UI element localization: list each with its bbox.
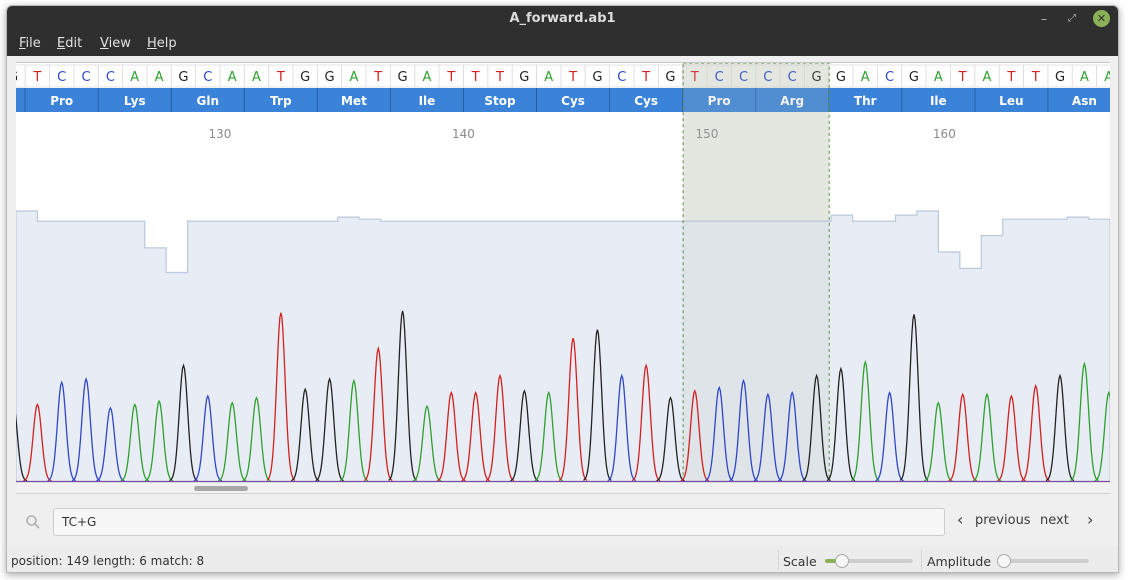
- app-window: A_forward.ab1 – ⤢ ✕ File Edit View Help …: [6, 5, 1119, 573]
- codon-label: Thr: [854, 94, 877, 108]
- base-letter: G: [178, 70, 188, 85]
- menu-file[interactable]: File: [19, 36, 41, 51]
- base-letter: C: [885, 70, 894, 85]
- base-letter: C: [617, 70, 626, 85]
- base-letter: G: [1055, 70, 1065, 85]
- base-letter: C: [203, 70, 212, 85]
- title-bar: A_forward.ab1 – ⤢ ✕: [7, 6, 1118, 32]
- codon-label: Cys: [634, 94, 658, 108]
- divider: [778, 550, 779, 570]
- base-letter: C: [57, 70, 66, 85]
- base-letter: A: [228, 70, 237, 85]
- codon-label: Stop: [484, 94, 516, 108]
- codon-label: Met: [341, 94, 367, 108]
- codon-label: Pro: [50, 94, 73, 108]
- base-letter: T: [495, 70, 504, 85]
- ruler-tick-label: 160: [933, 127, 956, 141]
- scrollbar-thumb[interactable]: [194, 486, 248, 491]
- scale-label: Scale: [783, 554, 817, 569]
- base-letter: T: [446, 70, 455, 85]
- base-letter: T: [276, 70, 285, 85]
- base-letter: A: [934, 70, 943, 85]
- status-bar: position: 149 length: 6 match: 8 Scale A…: [7, 546, 1118, 572]
- chromatogram-canvas[interactable]: GTCCCAAGCAATGGATGATTTGATGCTGTCCCCGGACGAT…: [7, 62, 1118, 495]
- scale-slider-knob[interactable]: [835, 554, 849, 568]
- codon-label: Cys: [561, 94, 585, 108]
- next-button[interactable]: next: [1040, 513, 1069, 528]
- codon-label: Asn: [1072, 94, 1097, 108]
- menu-view[interactable]: View: [100, 36, 131, 51]
- base-letter: A: [1104, 70, 1110, 85]
- base-letter: C: [106, 70, 115, 85]
- horizontal-scrollbar[interactable]: [16, 482, 1110, 494]
- base-letter: A: [422, 70, 431, 85]
- amplitude-slider-track: [1001, 559, 1089, 563]
- next-icon[interactable]: ›: [1087, 510, 1093, 529]
- base-letter: A: [983, 70, 992, 85]
- previous-icon[interactable]: ‹: [957, 510, 963, 529]
- search-input[interactable]: [53, 508, 945, 536]
- quality-area: [15, 210, 1111, 484]
- base-letter: C: [82, 70, 91, 85]
- base-letter: T: [373, 70, 382, 85]
- maximize-icon[interactable]: ⤢: [1063, 10, 1081, 28]
- minimize-icon[interactable]: –: [1035, 10, 1053, 28]
- selection-box: [682, 62, 830, 484]
- amplitude-slider[interactable]: [995, 554, 1095, 568]
- base-letter: A: [544, 70, 553, 85]
- base-letter: A: [349, 70, 358, 85]
- search-row: ‹ previous next ›: [7, 505, 1118, 539]
- base-letter: A: [1080, 70, 1089, 85]
- scale-slider[interactable]: [819, 554, 919, 568]
- codon-label: Gln: [197, 94, 220, 108]
- codon-label: Leu: [999, 94, 1023, 108]
- base-letter: A: [155, 70, 164, 85]
- search-icon: [26, 515, 40, 529]
- ruler-tick-label: 140: [452, 127, 475, 141]
- menu-edit[interactable]: Edit: [57, 36, 82, 51]
- previous-button[interactable]: previous: [975, 513, 1031, 528]
- codon-label: Lys: [124, 94, 146, 108]
- base-letter: G: [16, 70, 18, 85]
- base-letter: A: [130, 70, 139, 85]
- base-letter: G: [519, 70, 529, 85]
- base-letter: A: [252, 70, 261, 85]
- base-letter: G: [836, 70, 846, 85]
- base-letter: T: [568, 70, 577, 85]
- amplitude-label: Amplitude: [927, 554, 992, 569]
- window-title: A_forward.ab1: [509, 11, 616, 26]
- base-letter: T: [958, 70, 967, 85]
- base-letter: T: [32, 70, 41, 85]
- ruler-tick-label: 130: [209, 127, 232, 141]
- base-letter: G: [300, 70, 310, 85]
- chromatogram-view[interactable]: GTCCCAAGCAATGGATGATTTGATGCTGTCCCCGGACGAT…: [7, 62, 1118, 495]
- base-letter: G: [592, 70, 602, 85]
- base-letter: T: [641, 70, 650, 85]
- base-letter: A: [861, 70, 870, 85]
- base-letter: G: [909, 70, 919, 85]
- base-letter: T: [1031, 70, 1040, 85]
- base-letter: G: [665, 70, 675, 85]
- codon-label: Ile: [419, 94, 436, 108]
- base-letter: T: [471, 70, 480, 85]
- base-letter: G: [325, 70, 335, 85]
- menu-help[interactable]: Help: [147, 36, 177, 51]
- codon-label: Ile: [930, 94, 947, 108]
- divider: [921, 550, 922, 570]
- position-status: position: 149 length: 6 match: 8: [11, 554, 205, 568]
- amplitude-slider-knob[interactable]: [997, 554, 1011, 568]
- base-letter: T: [1006, 70, 1015, 85]
- codon-label: Trp: [270, 94, 292, 108]
- close-icon[interactable]: ✕: [1093, 10, 1110, 27]
- base-letter: G: [398, 70, 408, 85]
- menu-bar: File Edit View Help: [7, 32, 1118, 56]
